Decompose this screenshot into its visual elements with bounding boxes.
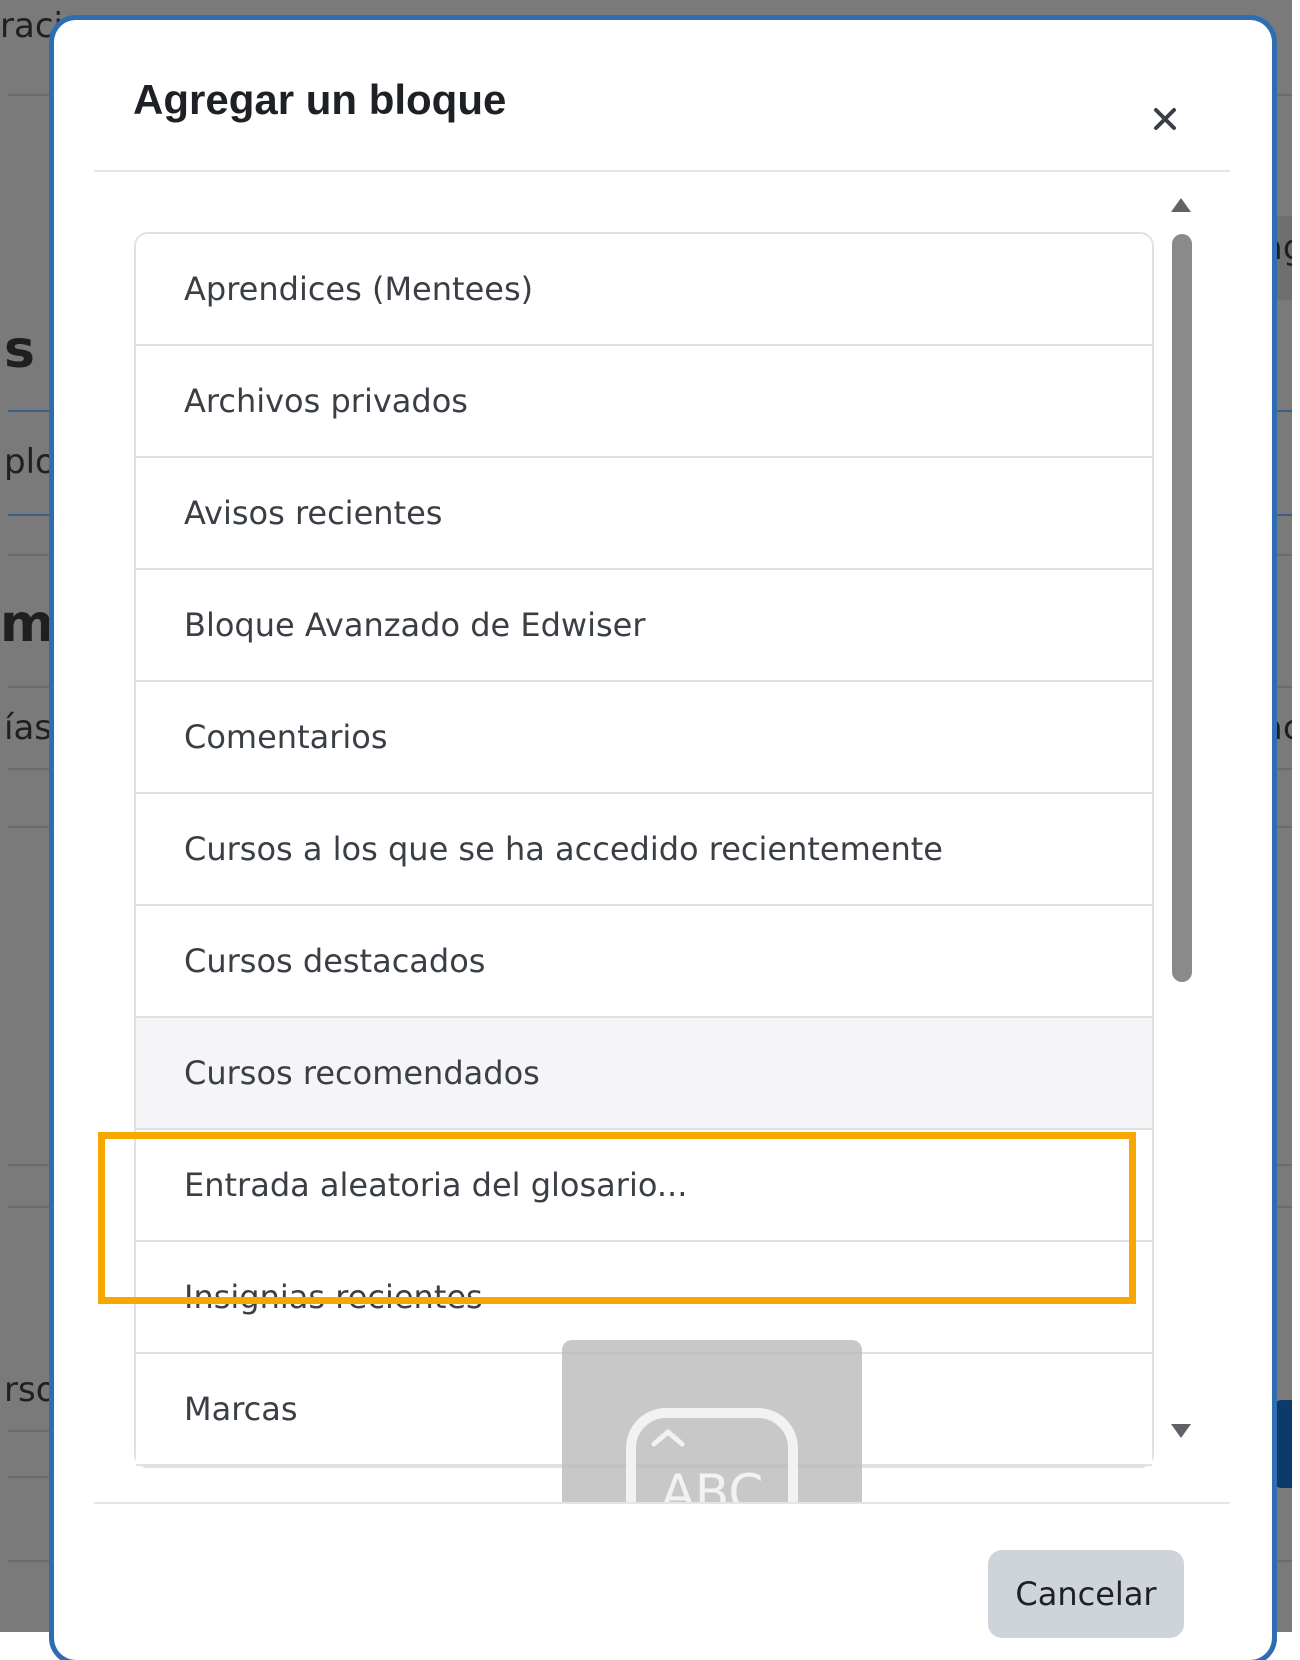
scroll-down-icon[interactable] bbox=[1164, 1416, 1198, 1446]
list-item-label: Entrada aleatoria del glosario... bbox=[184, 1166, 688, 1204]
modal-header: Agregar un bloque bbox=[54, 20, 1272, 170]
footer-divider bbox=[94, 1502, 1230, 1504]
list-item-label: Cursos a los que se ha accedido reciente… bbox=[184, 830, 943, 868]
close-icon bbox=[1154, 108, 1176, 130]
list-item-label: Archivos privados bbox=[184, 382, 468, 420]
list-item-label: Cursos recomendados bbox=[184, 1054, 540, 1092]
bg-row-fragment: plo bbox=[4, 442, 56, 482]
block-item-insignias-recientes[interactable]: Insignias recientes bbox=[136, 1242, 1152, 1354]
cancel-button[interactable]: Cancelar bbox=[988, 1550, 1184, 1638]
bg-edge bbox=[1292, 0, 1300, 1632]
list-item-label: Aprendices (Mentees) bbox=[184, 270, 534, 308]
list-item-label: Bloque Avanzado de Edwiser bbox=[184, 606, 646, 644]
block-item-cursos-destacados[interactable]: Cursos destacados bbox=[136, 906, 1152, 1018]
block-list: Aprendices (Mentees) Archivos privados A… bbox=[134, 232, 1154, 1468]
block-item-entrada-aleatoria-glosario[interactable]: Entrada aleatoria del glosario... bbox=[136, 1130, 1152, 1242]
list-item-label: Avisos recientes bbox=[184, 494, 443, 532]
bg-heading-fragment: s bbox=[4, 320, 35, 380]
scrollbar-thumb[interactable] bbox=[1172, 234, 1192, 982]
block-item-bloque-avanzado-edwiser[interactable]: Bloque Avanzado de Edwiser bbox=[136, 570, 1152, 682]
bg-row-fragment: rso bbox=[4, 1370, 57, 1410]
keyboard-icon: ABC bbox=[626, 1408, 798, 1502]
block-item-comentarios[interactable]: Comentarios bbox=[136, 682, 1152, 794]
block-item-aprendices[interactable]: Aprendices (Mentees) bbox=[136, 234, 1152, 346]
modal-body: Aprendices (Mentees) Archivos privados A… bbox=[54, 172, 1272, 1502]
scroll-up-icon[interactable] bbox=[1164, 190, 1198, 220]
list-item-label: Cursos destacados bbox=[184, 942, 486, 980]
block-item-archivos-privados[interactable]: Archivos privados bbox=[136, 346, 1152, 458]
block-item-avisos-recientes[interactable]: Avisos recientes bbox=[136, 458, 1152, 570]
modal-scrollbar[interactable] bbox=[1164, 190, 1198, 1500]
input-method-overlay: ABC bbox=[562, 1340, 862, 1502]
ime-label: ABC bbox=[660, 1464, 764, 1502]
close-button[interactable] bbox=[1134, 90, 1194, 150]
caret-up-icon bbox=[651, 1429, 685, 1447]
add-block-modal: Agregar un bloque Aprendices (Mentees) A… bbox=[54, 20, 1272, 1660]
list-item-label: Marcas bbox=[184, 1390, 298, 1428]
bg-row-fragment: ías bbox=[4, 708, 52, 748]
list-item-label: Insignias recientes bbox=[184, 1278, 483, 1316]
list-item-label: Comentarios bbox=[184, 718, 388, 756]
block-item-cursos-accedidos-recientemente[interactable]: Cursos a los que se ha accedido reciente… bbox=[136, 794, 1152, 906]
modal-title: Agregar un bloque bbox=[133, 76, 507, 123]
block-item-cursos-recomendados[interactable]: Cursos recomendados bbox=[136, 1018, 1152, 1130]
